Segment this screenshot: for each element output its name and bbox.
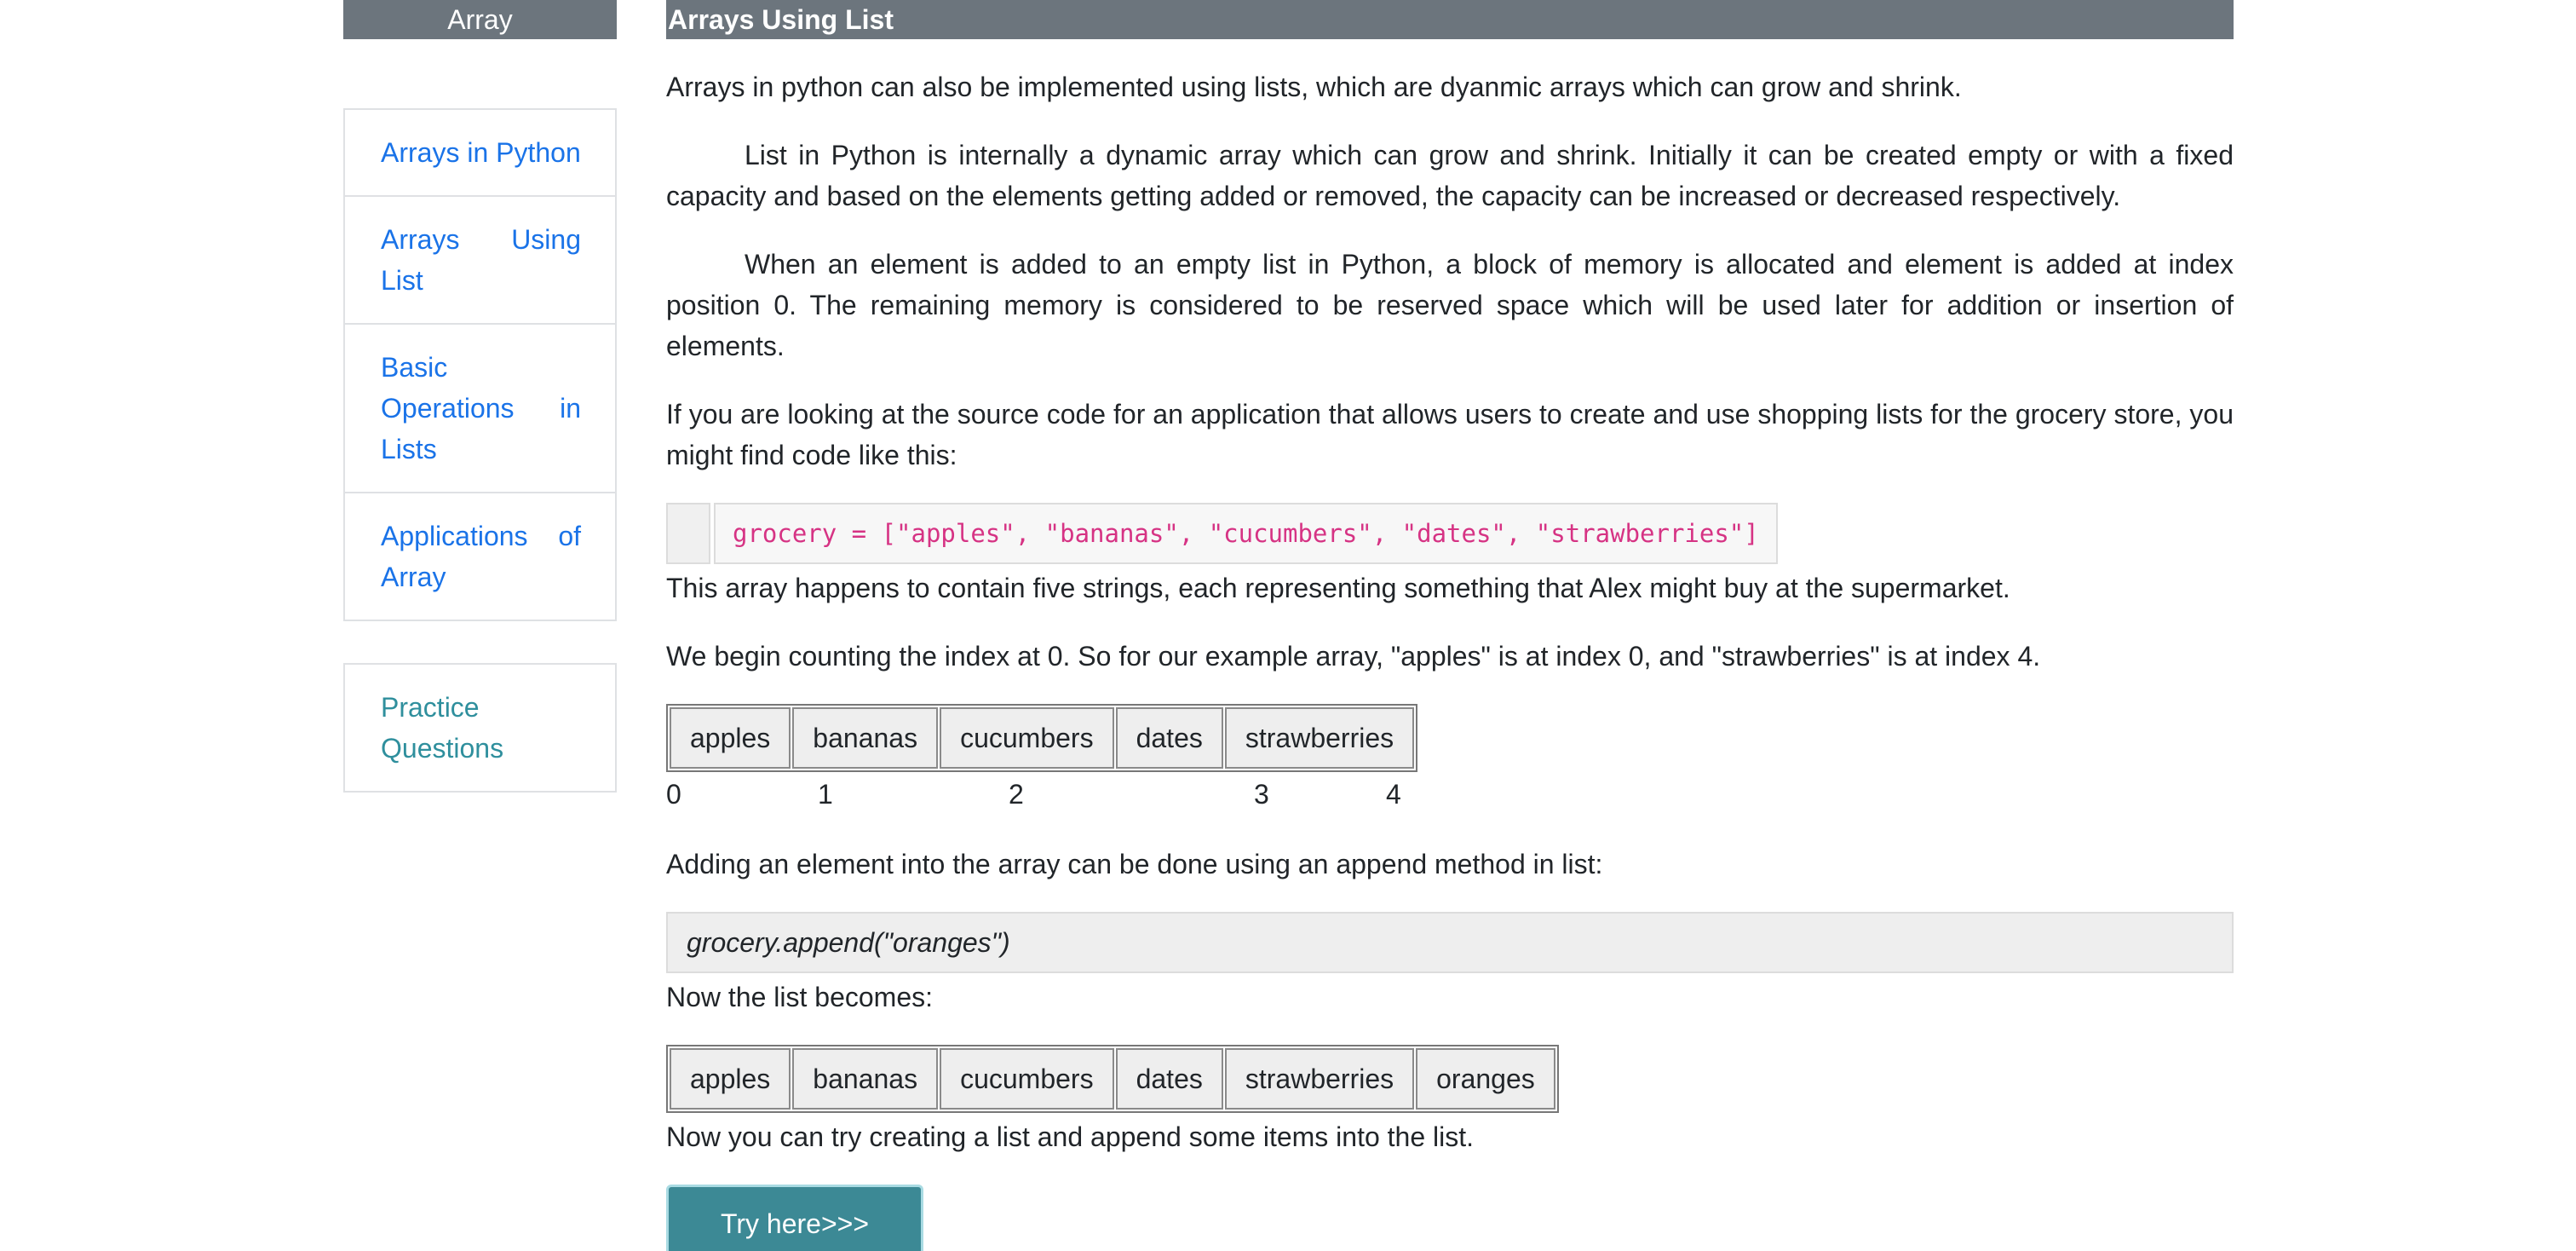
index-label: 2 [1009, 779, 1024, 810]
array-cell: apples [670, 707, 791, 769]
memory-paragraph: When an element is added to an empty lis… [666, 249, 2234, 361]
dynamic-array-paragraph: List in Python is internally a dynamic a… [666, 140, 2234, 211]
array-table: apples bananas cucumbers dates strawberr… [666, 704, 1418, 772]
table-row: apples bananas cucumbers dates strawberr… [670, 707, 1415, 769]
append-code-block: grocery.append("oranges") [666, 912, 2234, 973]
table-row: apples bananas cucumbers dates strawberr… [670, 1048, 1555, 1110]
index-label: 0 [666, 779, 681, 810]
practice-questions-link[interactable]: Practice Questions [343, 663, 617, 793]
sidebar-item-basic-operations[interactable]: Basic Operations in Lists [345, 323, 615, 492]
index-label: 4 [1386, 779, 1401, 810]
sidebar-header: Array [343, 0, 617, 39]
index-label: 3 [1254, 779, 1269, 810]
index-paragraph: We begin counting the index at 0. So for… [666, 641, 2041, 672]
array-cell: apples [670, 1048, 791, 1110]
source-code-paragraph: If you are looking at the source code fo… [666, 399, 2234, 470]
index-row: 0 1 2 3 4 [666, 774, 2234, 815]
intro-paragraph: Arrays in python can also be implemented… [666, 72, 1962, 102]
array-cell: bananas [792, 1048, 939, 1110]
sidebar-item-arrays-in-python[interactable]: Arrays in Python [345, 110, 615, 195]
array-table-appended: apples bananas cucumbers dates strawberr… [666, 1045, 1559, 1113]
sidebar-item-arrays-using-list[interactable]: Arrays Using List [345, 195, 615, 323]
code-line: grocery = ["apples", "bananas", "cucumbe… [714, 503, 1778, 564]
try-paragraph: Now you can try creating a list and appe… [666, 1121, 1475, 1152]
array-cell: cucumbers [940, 1048, 1114, 1110]
code-block: grocery = ["apples", "bananas", "cucumbe… [666, 503, 2234, 564]
five-strings-paragraph: This array happens to contain five strin… [666, 573, 2010, 603]
list-becomes-paragraph: Now the list becomes: [666, 982, 934, 1012]
array-cell: cucumbers [940, 707, 1114, 769]
array-cell: dates [1115, 1048, 1223, 1110]
array-cell: dates [1115, 707, 1223, 769]
try-here-button[interactable]: Try here>>> [666, 1185, 923, 1251]
code-gutter [666, 503, 710, 564]
sidebar: Array Arrays in Python Arrays Using List… [343, 0, 617, 793]
array-cell: strawberries [1224, 1048, 1415, 1110]
main-content: Arrays Using List Arrays in python can a… [666, 0, 2234, 1251]
sidebar-nav: Arrays in Python Arrays Using List Basic… [343, 108, 617, 621]
array-cell: strawberries [1224, 707, 1415, 769]
sidebar-item-applications-of-array[interactable]: Applications of Array [345, 492, 615, 620]
array-cell: bananas [792, 707, 939, 769]
array-cell: oranges [1416, 1048, 1555, 1110]
append-paragraph: Adding an element into the array can be … [666, 849, 1603, 879]
page-title: Arrays Using List [666, 0, 2234, 39]
index-label: 1 [818, 779, 833, 810]
